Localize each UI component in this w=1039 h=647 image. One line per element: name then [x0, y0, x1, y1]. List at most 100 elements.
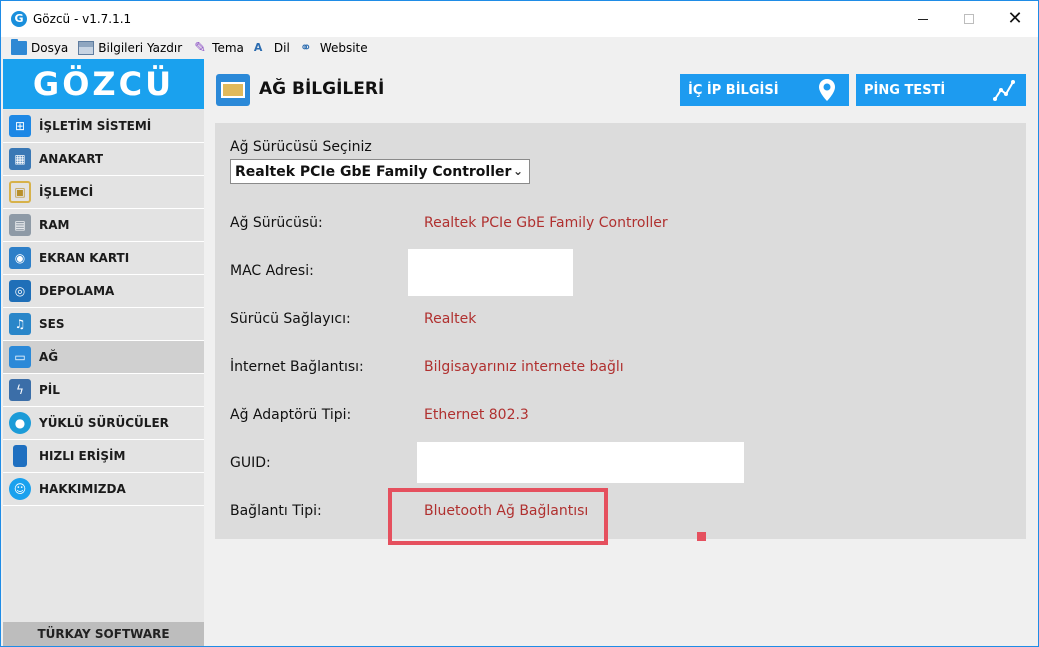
red-marker — [697, 532, 706, 541]
highlight-box — [388, 488, 608, 545]
internal-ip-label: İÇ İP BİLGİSİ — [688, 82, 779, 98]
info-label: Bağlantı Tipi: — [230, 503, 322, 519]
mac-redaction-block — [408, 249, 573, 296]
info-value: Realtek — [424, 311, 477, 327]
battery-icon: ϟ — [9, 379, 31, 401]
info-value: Ethernet 802.3 — [424, 407, 529, 423]
sidebar-item-motherboard[interactable]: ▦ ANAKART — [3, 143, 204, 176]
gpu-icon: ◉ — [9, 247, 31, 269]
sidebar-item-about[interactable]: ☺ HAKKIMIZDA — [3, 473, 204, 506]
menu-item-dosya[interactable]: Dosya — [11, 39, 69, 55]
motherboard-icon: ▦ — [9, 148, 31, 170]
sidebar-item-cpu[interactable]: ▣ İŞLEMCİ — [3, 176, 204, 209]
network-icon: ▭ — [9, 346, 31, 368]
folder-icon — [11, 39, 27, 55]
menu-label: Dosya — [31, 41, 69, 55]
ping-test-label: PİNG TESTİ — [864, 82, 946, 98]
sidebar-item-drivers[interactable]: ● YÜKLÜ SÜRÜCÜLER — [3, 407, 204, 440]
info-label: GUID: — [230, 455, 271, 471]
sidebar-item-label: HIZLI ERİŞİM — [39, 449, 126, 463]
close-icon: ✕ — [1007, 8, 1023, 29]
sidebar-item-quick-access[interactable]: HIZLI ERİŞİM — [3, 440, 204, 473]
menu-item-theme[interactable]: ✎ Tema — [192, 41, 244, 55]
adapter-select-value: Realtek PCIe GbE Family Controller — [235, 163, 512, 180]
menu-item-language[interactable]: A Dil — [254, 41, 290, 55]
sidebar-item-storage[interactable]: ◎ DEPOLAMA — [3, 275, 204, 308]
sidebar-item-label: HAKKIMIZDA — [39, 482, 126, 496]
info-label: MAC Adresi: — [230, 263, 314, 279]
close-button[interactable]: ✕ — [992, 1, 1038, 37]
sidebar-nav: ⊞ İŞLETİM SİSTEMİ ▦ ANAKART ▣ İŞLEMCİ ▤ … — [3, 110, 204, 506]
brand-logo: GÖZCÜ — [3, 59, 204, 109]
sidebar-item-label: RAM — [39, 218, 70, 232]
sidebar-item-label: DEPOLAMA — [39, 284, 115, 298]
sidebar-item-label: ANAKART — [39, 152, 104, 166]
network-header-icon — [216, 74, 250, 106]
drivers-icon: ● — [9, 412, 31, 434]
title-bar[interactable]: G Gözcü - v1.7.1.1 ✕ — [1, 1, 1038, 37]
menu-item-website[interactable]: ⚭ Website — [300, 41, 368, 55]
sidebar-item-label: YÜKLÜ SÜRÜCÜLER — [39, 416, 169, 430]
chevron-down-icon: ⌄ — [512, 164, 523, 178]
info-label: Ağ Adaptörü Tipi: — [230, 407, 352, 423]
ram-icon: ▤ — [9, 214, 31, 236]
adapter-select-label: Ağ Sürücüsü Seçiniz — [230, 139, 372, 155]
info-label: İnternet Bağlantısı: — [230, 359, 364, 375]
sidebar-item-gpu[interactable]: ◉ EKRAN KARTI — [3, 242, 204, 275]
app-window: G Gözcü - v1.7.1.1 ✕ Dosya Bilgileri Yaz… — [0, 0, 1039, 647]
sidebar-item-label: İŞLETİM SİSTEMİ — [39, 119, 152, 133]
sidebar-item-sound[interactable]: ♫ SES — [3, 308, 204, 341]
maximize-button[interactable] — [946, 1, 992, 37]
window-title: Gözcü - v1.7.1.1 — [33, 12, 132, 26]
sidebar-footer: TÜRKAY SOFTWARE — [3, 622, 204, 646]
sidebar-item-os[interactable]: ⊞ İŞLETİM SİSTEMİ — [3, 110, 204, 143]
main-content: AĞ BİLGİLERİ İÇ İP BİLGİSİ PİNG TESTİ Ağ… — [205, 59, 1038, 646]
web-icon: ⚭ — [299, 40, 312, 56]
ethernet-port-shape — [221, 82, 245, 98]
menu-label: Website — [319, 41, 368, 55]
ping-test-button[interactable]: PİNG TESTİ — [856, 74, 1026, 106]
storage-icon: ◎ — [9, 280, 31, 302]
menu-bar: Dosya Bilgileri Yazdır ✎ Tema A Dil ⚭ We… — [1, 37, 1038, 59]
bookmark-icon — [13, 445, 27, 467]
adapter-select[interactable]: Realtek PCIe GbE Family Controller ⌄ — [230, 159, 530, 184]
app-logo-icon: G — [11, 11, 27, 27]
print-icon — [78, 41, 95, 55]
language-icon: A — [253, 41, 263, 54]
sidebar-item-battery[interactable]: ϟ PİL — [3, 374, 204, 407]
menu-item-print[interactable]: Bilgileri Yazdır — [78, 41, 182, 55]
sidebar-item-network[interactable]: ▭ AĞ — [3, 341, 204, 374]
speaker-icon: ♫ — [9, 313, 31, 335]
sidebar-item-label: İŞLEMCİ — [39, 185, 94, 199]
about-icon: ☺ — [9, 478, 31, 500]
sidebar-item-label: SES — [39, 317, 65, 331]
sidebar-item-ram[interactable]: ▤ RAM — [3, 209, 204, 242]
page-title: AĞ BİLGİLERİ — [259, 79, 385, 99]
guid-redaction-block — [417, 442, 744, 483]
maximize-icon — [964, 14, 974, 24]
info-row-mac: MAC Adresi: — [230, 263, 1010, 283]
info-row-internet: İnternet Bağlantısı: Bilgisayarınız inte… — [230, 359, 1010, 379]
line-chart-icon — [993, 80, 1015, 101]
info-value: Bilgisayarınız internete bağlı — [424, 359, 624, 375]
minimize-button[interactable] — [900, 1, 946, 37]
info-label: Ağ Sürücüsü: — [230, 215, 323, 231]
info-label: Sürücü Sağlayıcı: — [230, 311, 351, 327]
windows-icon: ⊞ — [9, 115, 31, 137]
cpu-icon: ▣ — [9, 181, 31, 203]
network-info-panel: Ağ Sürücüsü Seçiniz Realtek PCIe GbE Fam… — [215, 123, 1026, 545]
sidebar: GÖZCÜ ⊞ İŞLETİM SİSTEMİ ▦ ANAKART ▣ İŞLE… — [3, 59, 204, 646]
info-row-adapter-type: Ağ Adaptörü Tipi: Ethernet 802.3 — [230, 407, 1010, 427]
menu-label: Dil — [273, 41, 290, 55]
info-row-provider: Sürücü Sağlayıcı: Realtek — [230, 311, 1010, 331]
sidebar-item-label: PİL — [39, 383, 60, 397]
minimize-icon — [918, 18, 928, 20]
sidebar-item-label: EKRAN KARTI — [39, 251, 130, 265]
menu-label: Bilgileri Yazdır — [98, 41, 183, 55]
internal-ip-button[interactable]: İÇ İP BİLGİSİ — [680, 74, 849, 106]
info-row-driver: Ağ Sürücüsü: Realtek PCIe GbE Family Con… — [230, 215, 1010, 235]
menu-label: Tema — [212, 41, 244, 55]
info-row-connection-type: Bağlantı Tipi: Bluetooth Ağ Bağlantısı — [230, 503, 1010, 523]
theme-icon: ✎ — [194, 40, 207, 56]
sidebar-item-label: AĞ — [39, 350, 59, 364]
